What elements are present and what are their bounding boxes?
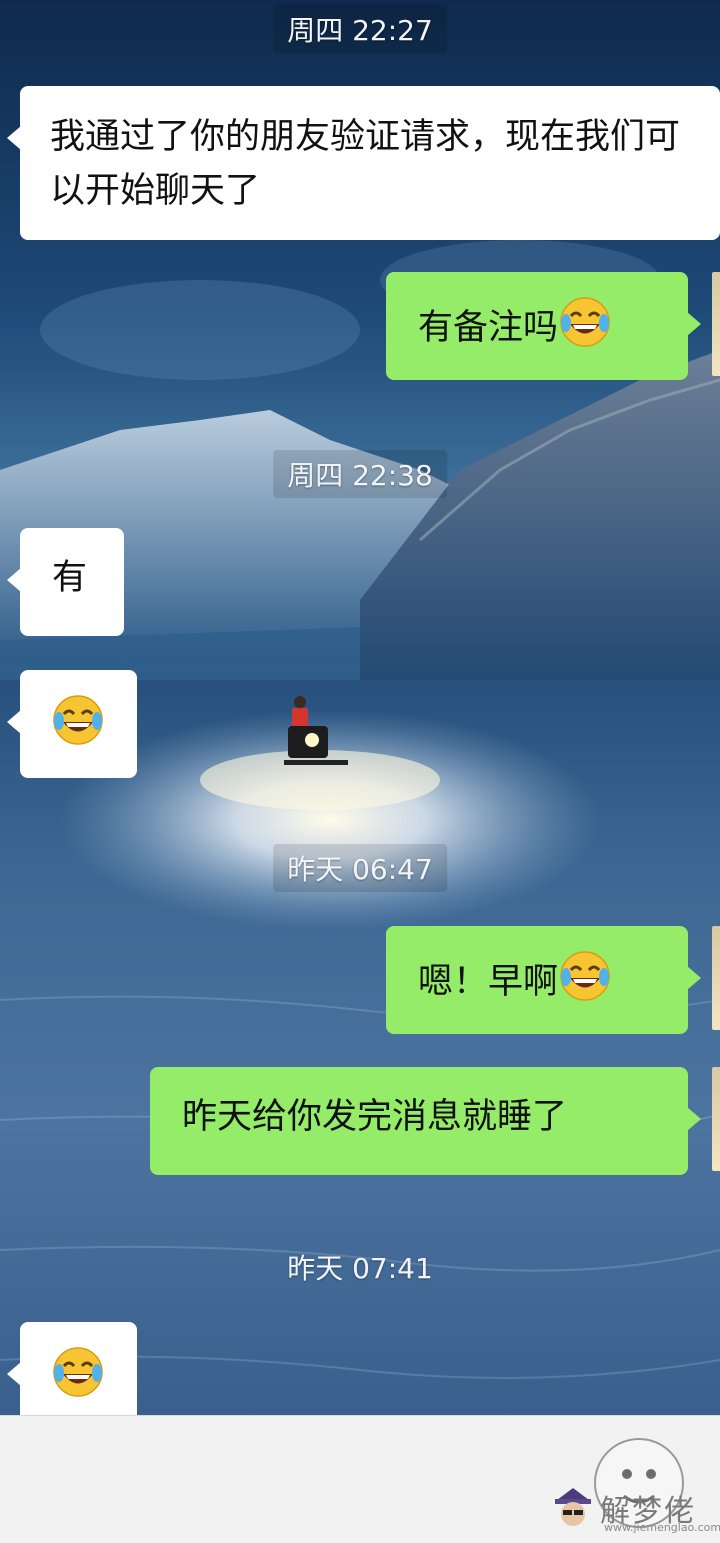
incoming-message-bubble[interactable]: 我通过了你的朋友验证请求，现在我们可以开始聊天了: [7, 86, 720, 240]
outgoing-message-bubble[interactable]: 嗯！早啊: [386, 926, 701, 1034]
message-text: 有: [52, 558, 88, 598]
own-avatar[interactable]: [712, 926, 720, 1030]
outgoing-message-bubble[interactable]: 有备注吗: [386, 272, 701, 380]
own-avatar[interactable]: [712, 272, 720, 376]
tears-of-joy-emoji-icon: [53, 695, 103, 745]
tears-of-joy-emoji-icon: [560, 951, 610, 1001]
timestamp: 周四 22:27: [273, 5, 447, 53]
tears-of-joy-emoji-icon: [560, 297, 610, 347]
incoming-message-bubble[interactable]: 有: [7, 528, 124, 636]
timestamp: 昨天 07:41: [287, 1252, 433, 1285]
message-text: 有备注吗: [418, 308, 559, 348]
message-text: 昨天给你发完消息就睡了: [182, 1097, 568, 1137]
incoming-message-bubble[interactable]: [7, 1322, 137, 1415]
timestamp: 周四 22:38: [273, 450, 447, 498]
message-text: 我通过了你的朋友验证请求，现在我们可以开始聊天了: [50, 117, 681, 211]
timestamp: 昨天 06:47: [273, 844, 447, 892]
watermark-url: www.jiemenglao.com: [604, 1521, 720, 1534]
own-avatar[interactable]: [712, 1067, 720, 1171]
incoming-message-bubble[interactable]: [7, 670, 137, 778]
watermark-mascot-icon: [555, 1488, 591, 1526]
message-text: 嗯！早啊: [418, 962, 559, 1002]
tears-of-joy-emoji-icon: [53, 1347, 103, 1397]
outgoing-message-bubble[interactable]: 昨天给你发完消息就睡了: [150, 1067, 701, 1175]
